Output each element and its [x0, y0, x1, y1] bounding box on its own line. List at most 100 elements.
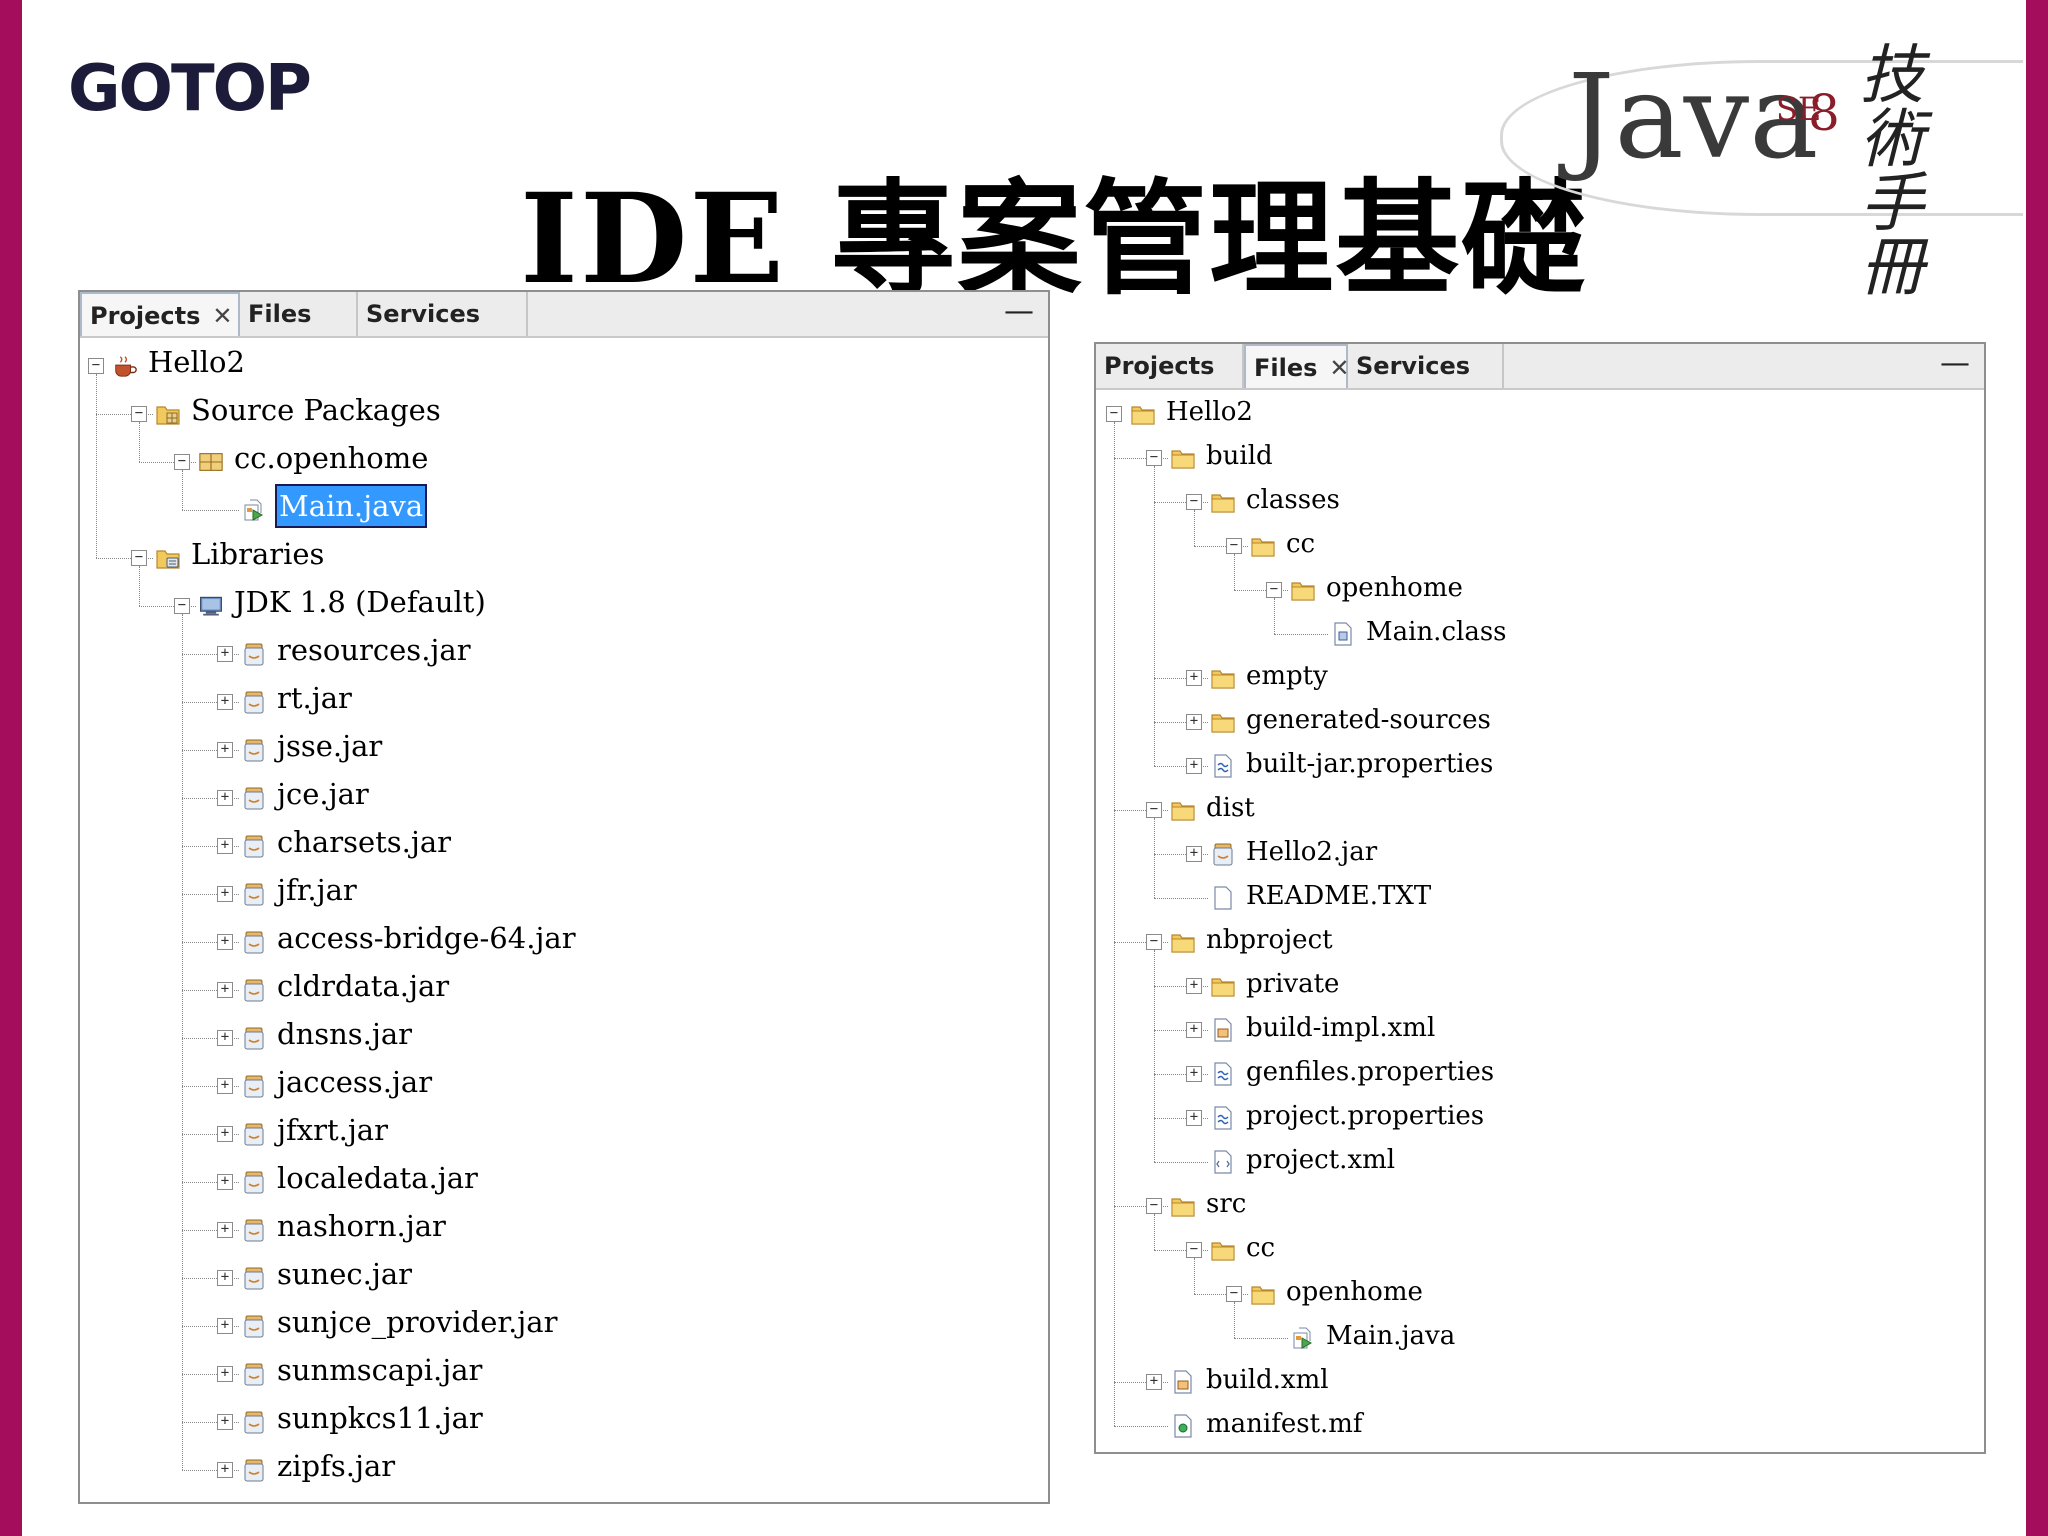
tree-node[interactable]: Main.java	[1096, 1316, 1984, 1356]
expand-icon[interactable]: +	[217, 646, 233, 662]
minimize-icon[interactable]: —	[1004, 292, 1034, 332]
tree-node[interactable]: + localedata.jar	[80, 1158, 1048, 1198]
tree-node[interactable]: + nashorn.jar	[80, 1206, 1048, 1246]
expand-icon[interactable]: +	[217, 1270, 233, 1286]
tree-node[interactable]: − openhome	[1096, 1272, 1984, 1312]
tree-node[interactable]: + jfxrt.jar	[80, 1110, 1048, 1150]
collapse-icon[interactable]: −	[1146, 802, 1162, 818]
tab-projects[interactable]: Projects ✕	[80, 292, 240, 336]
tree-node[interactable]: − build	[1096, 436, 1984, 476]
tree-node[interactable]: + zipfs.jar	[80, 1446, 1048, 1486]
tree-node[interactable]: − cc.openhome	[80, 438, 1048, 478]
tree-node[interactable]: + sunec.jar	[80, 1254, 1048, 1294]
expand-icon[interactable]: +	[217, 1366, 233, 1382]
tree-node[interactable]: project.xml	[1096, 1140, 1984, 1180]
tree-node[interactable]: Main.class	[1096, 612, 1984, 652]
expand-icon[interactable]: +	[217, 742, 233, 758]
expand-icon[interactable]: +	[217, 1174, 233, 1190]
tree-node[interactable]: + Hello2.jar	[1096, 832, 1984, 872]
tree-node[interactable]: + jsse.jar	[80, 726, 1048, 766]
tree-node[interactable]: − nbproject	[1096, 920, 1984, 960]
tree-node[interactable]: − JDK 1.8 (Default)	[80, 582, 1048, 622]
collapse-icon[interactable]: −	[131, 550, 147, 566]
tree-node[interactable]: − Source Packages	[80, 390, 1048, 430]
expand-icon[interactable]: +	[217, 934, 233, 950]
tree-node[interactable]: Main.java	[80, 484, 1048, 528]
tree-node[interactable]: − cc	[1096, 1228, 1984, 1268]
expand-icon[interactable]: +	[217, 1222, 233, 1238]
tree-node[interactable]: − dist	[1096, 788, 1984, 828]
tab-files[interactable]: Files ✕	[1244, 344, 1350, 388]
expand-icon[interactable]: +	[217, 1078, 233, 1094]
expand-icon[interactable]: +	[217, 1414, 233, 1430]
tree-node[interactable]: + jce.jar	[80, 774, 1048, 814]
tree-node[interactable]: − openhome	[1096, 568, 1984, 608]
expand-icon[interactable]: +	[1186, 1110, 1202, 1126]
tree-node[interactable]: + dnsns.jar	[80, 1014, 1048, 1054]
expand-icon[interactable]: +	[1186, 670, 1202, 686]
minimize-icon[interactable]: —	[1940, 344, 1970, 384]
collapse-icon[interactable]: −	[1226, 1286, 1242, 1302]
collapse-icon[interactable]: −	[131, 406, 147, 422]
expand-icon[interactable]: +	[217, 1318, 233, 1334]
tree-node[interactable]: − src	[1096, 1184, 1984, 1224]
tree-node[interactable]: + private	[1096, 964, 1984, 1004]
expand-icon[interactable]: +	[217, 1462, 233, 1478]
tree-node[interactable]: − Libraries	[80, 534, 1048, 574]
tab-files[interactable]: Files	[240, 292, 358, 336]
collapse-icon[interactable]: −	[1106, 406, 1122, 422]
tree-node[interactable]: + cldrdata.jar	[80, 966, 1048, 1006]
tree-node[interactable]: − Hello2	[80, 342, 1048, 382]
tree-node[interactable]: + generated-sources	[1096, 700, 1984, 740]
collapse-icon[interactable]: −	[174, 454, 190, 470]
tree-node[interactable]: − classes	[1096, 480, 1984, 520]
expand-icon[interactable]: +	[1186, 978, 1202, 994]
expand-icon[interactable]: +	[217, 982, 233, 998]
tree-node[interactable]: + rt.jar	[80, 678, 1048, 718]
expand-icon[interactable]: +	[1186, 714, 1202, 730]
tree-node[interactable]: README.TXT	[1096, 876, 1984, 916]
expand-icon[interactable]: +	[217, 694, 233, 710]
tree-node[interactable]: + genfiles.properties	[1096, 1052, 1984, 1092]
tree-node[interactable]: + build-impl.xml	[1096, 1008, 1984, 1048]
collapse-icon[interactable]: −	[88, 358, 104, 374]
tree-node[interactable]: + built-jar.properties	[1096, 744, 1984, 784]
expand-icon[interactable]: +	[217, 1126, 233, 1142]
tree-node[interactable]: + sunpkcs11.jar	[80, 1398, 1048, 1438]
tree-node[interactable]: + build.xml	[1096, 1360, 1984, 1400]
collapse-icon[interactable]: −	[1146, 1198, 1162, 1214]
tab-projects[interactable]: Projects	[1096, 344, 1244, 388]
expand-icon[interactable]: +	[1186, 1022, 1202, 1038]
tree-node[interactable]: + sunmscapi.jar	[80, 1350, 1048, 1390]
tree-node[interactable]: + access-bridge-64.jar	[80, 918, 1048, 958]
tree-node[interactable]: + empty	[1096, 656, 1984, 696]
expand-icon[interactable]: +	[217, 1030, 233, 1046]
tab-services[interactable]: Services	[1348, 344, 1504, 388]
collapse-icon[interactable]: −	[1186, 494, 1202, 510]
close-icon[interactable]: ✕	[212, 302, 232, 330]
expand-icon[interactable]: +	[1186, 1066, 1202, 1082]
tree-node[interactable]: + jfr.jar	[80, 870, 1048, 910]
expand-icon[interactable]: +	[1146, 1374, 1162, 1390]
expand-icon[interactable]: +	[1186, 758, 1202, 774]
expand-icon[interactable]: +	[217, 886, 233, 902]
tab-services[interactable]: Services	[358, 292, 528, 336]
collapse-icon[interactable]: −	[174, 598, 190, 614]
collapse-icon[interactable]: −	[1186, 1242, 1202, 1258]
collapse-icon[interactable]: −	[1146, 934, 1162, 950]
expand-icon[interactable]: +	[217, 790, 233, 806]
tree-node[interactable]: − cc	[1096, 524, 1984, 564]
expand-icon[interactable]: +	[1186, 846, 1202, 862]
expand-icon[interactable]: +	[217, 838, 233, 854]
tree-node[interactable]: − Hello2	[1096, 392, 1984, 432]
tree-node[interactable]: + jaccess.jar	[80, 1062, 1048, 1102]
tree-node[interactable]: + charsets.jar	[80, 822, 1048, 862]
collapse-icon[interactable]: −	[1266, 582, 1282, 598]
tree-node[interactable]: + resources.jar	[80, 630, 1048, 670]
close-icon[interactable]: ✕	[1329, 354, 1349, 382]
collapse-icon[interactable]: −	[1226, 538, 1242, 554]
tree-node[interactable]: + sunjce_provider.jar	[80, 1302, 1048, 1342]
tree-node[interactable]: manifest.mf	[1096, 1404, 1984, 1444]
collapse-icon[interactable]: −	[1146, 450, 1162, 466]
tree-node[interactable]: + project.properties	[1096, 1096, 1984, 1136]
